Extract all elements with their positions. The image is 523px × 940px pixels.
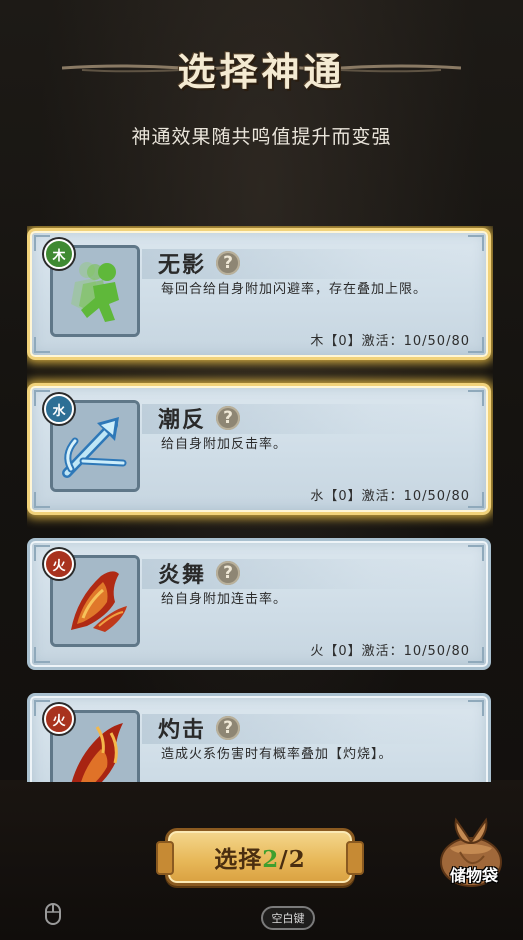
button-ornament <box>346 841 364 875</box>
selected-count: 2 <box>262 846 280 873</box>
help-icon[interactable]: ? <box>216 251 240 275</box>
select-confirm-button[interactable]: 选择2/2 <box>156 828 364 886</box>
button-ornament <box>156 841 174 875</box>
help-icon[interactable]: ? <box>216 716 240 740</box>
card-corner <box>468 647 484 663</box>
skill-card-zhuoji[interactable]: 火 灼击 ? 造成火系伤害时有概率叠加【灼烧】。 <box>27 693 491 782</box>
skill-activation: 火【0】激活：10/50/80 <box>310 644 470 659</box>
skill-list[interactable]: 木 无影 ? 每回合给自身附加闪避率，存在叠加上限。 木【0】激活：10/50/… <box>27 226 493 782</box>
skill-name: 炎舞 <box>158 562 207 588</box>
skill-description: 给自身附加反击率。 <box>161 437 288 452</box>
help-icon[interactable]: ? <box>216 561 240 585</box>
title-bar: 选择神通 <box>0 38 523 98</box>
card-corner <box>34 492 50 508</box>
page-subtitle: 神通效果随共鸣值提升而变强 <box>131 126 392 148</box>
count-separator: / <box>279 846 289 873</box>
skill-description: 每回合给自身附加闪避率，存在叠加上限。 <box>161 282 428 297</box>
skill-description: 造成火系伤害时有概率叠加【灼烧】。 <box>161 747 393 762</box>
skill-activation: 木【0】激活：10/50/80 <box>310 334 470 349</box>
element-badge-fire: 火 <box>44 704 74 734</box>
help-icon[interactable]: ? <box>216 406 240 430</box>
skill-card-chaofan[interactable]: 水 潮反 ? 给自身附加反击率。 水【0】激活：10/50/80 <box>27 383 491 515</box>
skill-name: 潮反 <box>158 407 207 433</box>
card-corner <box>468 492 484 508</box>
skill-activation: 水【0】激活：10/50/80 <box>310 489 470 504</box>
card-corner <box>468 337 484 353</box>
max-count: 2 <box>288 846 306 873</box>
skill-name: 无影 <box>158 252 207 278</box>
element-badge-water: 水 <box>44 394 74 424</box>
card-corner <box>34 647 50 663</box>
skill-card-wuying[interactable]: 木 无影 ? 每回合给自身附加闪避率，存在叠加上限。 木【0】激活：10/50/… <box>27 228 491 360</box>
card-corner <box>34 337 50 353</box>
page-title: 选择神通 <box>177 48 346 94</box>
skill-card-yanwu[interactable]: 火 炎舞 ? 给自身附加连击率。 火【0】激活：10/50/80 <box>27 538 491 670</box>
element-badge-wood: 木 <box>44 239 74 269</box>
select-button-text: 选择2/2 <box>214 840 305 874</box>
skill-description: 给自身附加连击率。 <box>161 592 288 607</box>
space-key-hint: 空白键 <box>261 906 315 930</box>
select-button-label: 选择 <box>214 846 263 873</box>
mouse-icon <box>45 903 61 925</box>
storage-bag-label[interactable]: 储物袋 <box>436 862 512 886</box>
skill-name: 灼击 <box>158 717 207 743</box>
element-badge-fire: 火 <box>44 549 74 579</box>
